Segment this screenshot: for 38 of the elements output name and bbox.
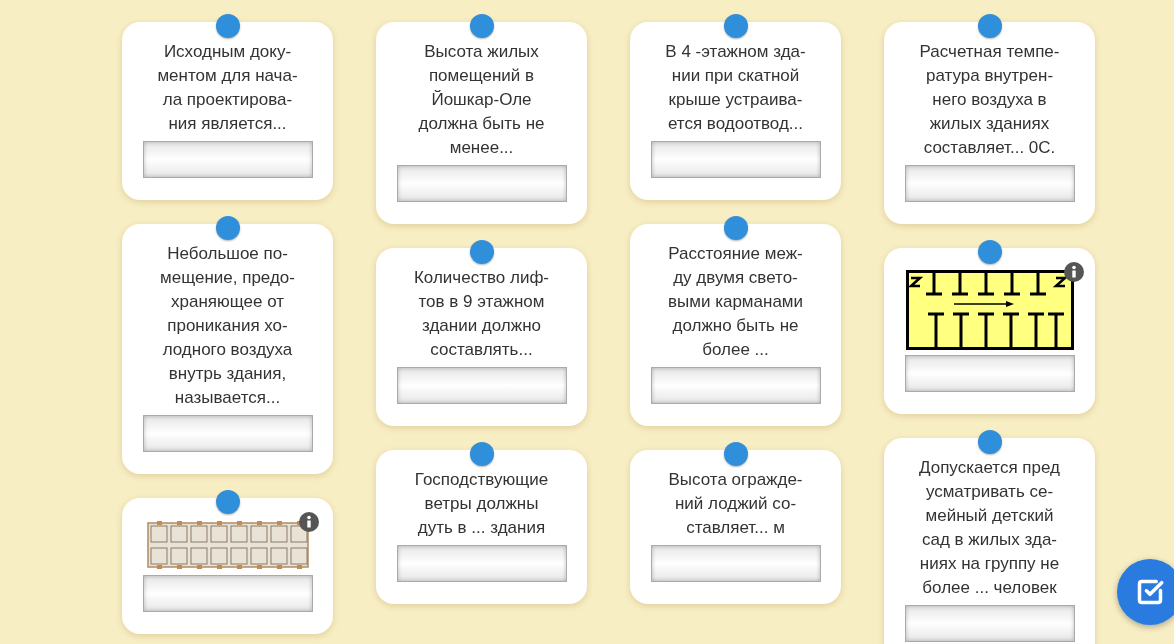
answer-field[interactable] [142,575,313,612]
question-text: Расстояние меж- ду двумя свето- выми карманами должно быть не более ... [667,243,803,361]
question-text: Высота огражде- ний лоджий со- ставляет... м [668,469,803,539]
answer-field[interactable] [142,415,313,452]
question-text: Расчетная темпе- ратура внутрен- него воздуха в жилых зданиях составляет... 0С. [919,41,1060,159]
check-icon [1136,578,1164,606]
info-icon[interactable] [298,512,319,532]
answer-field[interactable] [904,165,1075,202]
pin-icon [215,216,240,240]
answer-field[interactable] [650,545,821,582]
answer-field[interactable] [396,165,567,202]
question-text: Господствующие ветры должны дуть в ... здания [414,469,549,539]
question-text: Допускается пред усматривать се- мейный детский сад в жилых зда- ниях на группу не более ... человек [919,457,1060,599]
info-icon[interactable] [1063,262,1084,282]
answer-field[interactable] [650,141,821,178]
question-text: Небольшое по- мещение, предо- храняющее от проникания хо- лодного воздуха внутрь здания, называется... [160,243,295,409]
question-text: Количество лиф- тов в 9 этажном здании должно составлять... [413,267,550,361]
answer-field[interactable] [396,367,567,404]
pin-icon [723,216,748,240]
pin-icon [215,14,240,38]
check-button[interactable] [1117,559,1174,625]
pin-icon [469,442,494,466]
pin-icon [723,442,748,466]
pin-icon [469,240,494,264]
pin-icon [215,490,240,514]
pin-icon [723,14,748,38]
pin-icon [469,14,494,38]
answer-field[interactable] [396,545,567,582]
pin-icon [977,240,1002,264]
question-text: Высота жилых помещений в Йошкар-Оле должна быть не менее... [418,41,545,159]
answer-field[interactable] [904,605,1075,642]
pin-icon [977,14,1002,38]
question-text: В 4 -этажном зда- нии при скатной крыше устраива- ется водоотвод... [665,41,806,135]
answer-field[interactable] [142,141,313,178]
question-text: Исходным доку- ментом для нача- ла проектирова- ния является... [157,41,298,135]
answer-field[interactable] [650,367,821,404]
answer-field[interactable] [904,355,1075,392]
pin-icon [977,430,1002,454]
